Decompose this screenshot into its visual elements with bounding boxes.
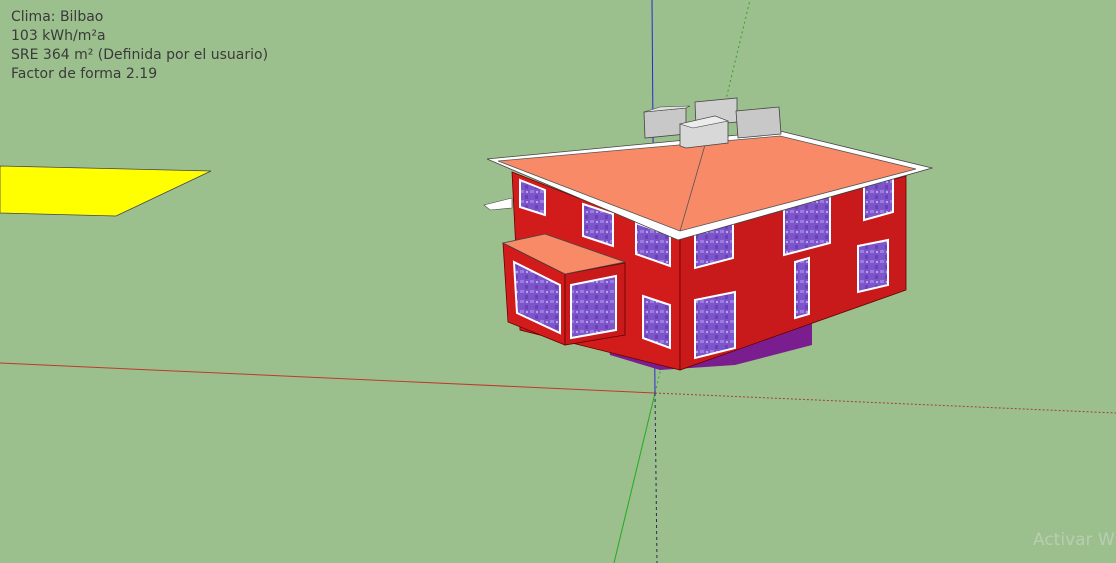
window bbox=[794, 256, 810, 320]
blue-axis-dotted bbox=[654, 392, 658, 563]
3d-viewport[interactable] bbox=[0, 0, 1116, 563]
yellow-plane[interactable] bbox=[0, 165, 212, 217]
red-axis bbox=[0, 362, 656, 394]
green-axis bbox=[613, 392, 656, 563]
window bbox=[694, 290, 736, 360]
annex-window-side bbox=[570, 274, 617, 340]
sre-label: SRE 364 m² (Definida por el usuario) bbox=[11, 47, 269, 63]
building-model[interactable] bbox=[483, 97, 934, 371]
balcony-slab bbox=[483, 197, 513, 211]
form-factor-label: Factor de forma 2.19 bbox=[11, 66, 158, 82]
window bbox=[642, 294, 671, 350]
activation-watermark: Activar W bbox=[1033, 530, 1115, 550]
energy-label: 103 kWh/m²a bbox=[11, 28, 106, 44]
window bbox=[857, 238, 889, 294]
climate-label: Clima: Bilbao bbox=[11, 9, 104, 25]
info-panel: Clima: Bilbao 103 kWh/m²a SRE 364 m² (De… bbox=[11, 8, 268, 84]
red-axis-dotted bbox=[654, 392, 1116, 414]
